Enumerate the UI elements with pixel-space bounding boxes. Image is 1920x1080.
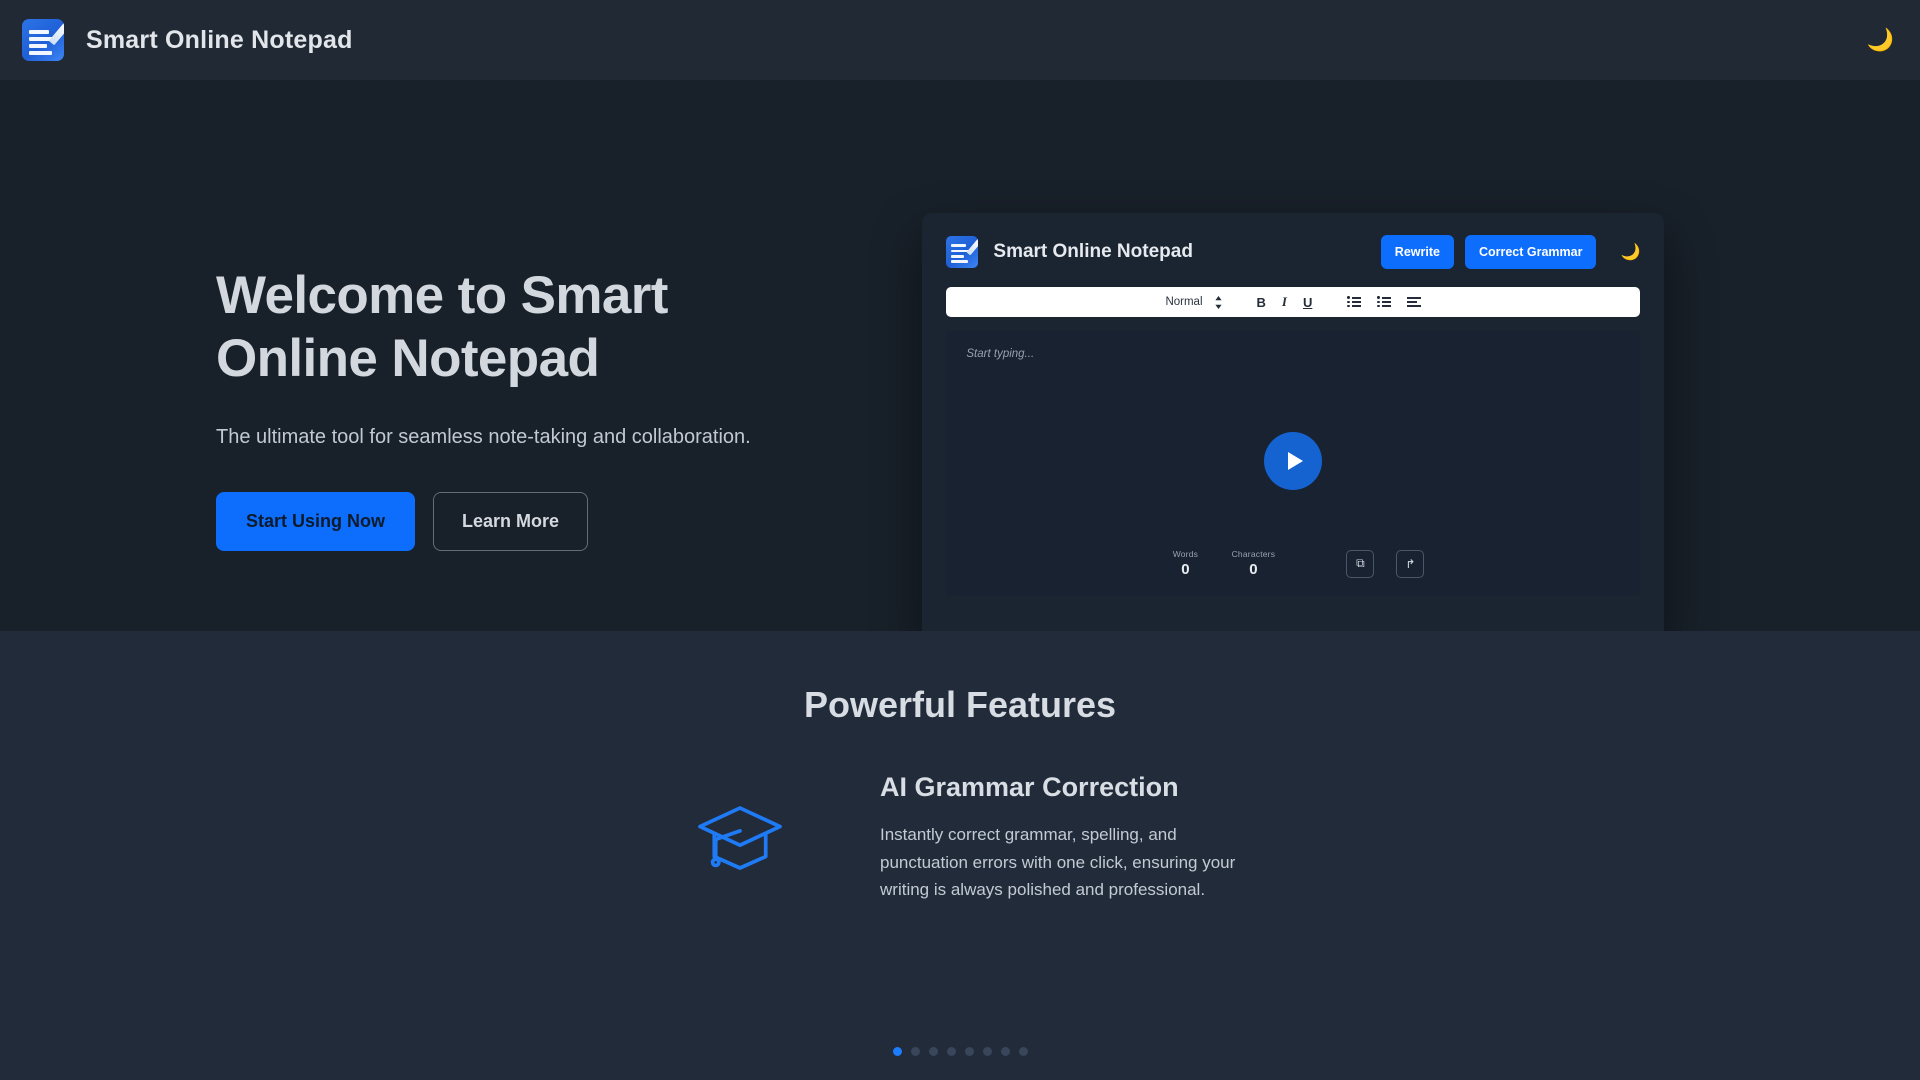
mockup-title: Smart Online Notepad [993,241,1193,262]
bullet-list-icon[interactable] [1377,296,1392,308]
correct-grammar-button[interactable]: Correct Grammar [1464,235,1597,269]
carousel-dot[interactable] [946,1047,956,1056]
align-left-icon[interactable] [1407,296,1422,308]
carousel-dot[interactable] [964,1047,974,1056]
moon-icon[interactable]: 🌙 [1620,242,1640,262]
site-header: Smart Online Notepad 🌙 [0,0,1920,80]
carousel-dot[interactable] [1018,1047,1028,1056]
feature-icon-wrap [660,798,820,878]
feature-description: Instantly correct grammar, spelling, and… [880,825,1236,900]
notepad-pencil-icon [22,19,64,61]
text-style-select[interactable]: Normal [1165,295,1222,309]
carousel-dots [0,1047,1920,1056]
features-carousel: AI Grammar Correction Instantly correct … [0,772,1920,904]
chevron-updown-icon [1214,295,1222,309]
app-preview-mockup: Smart Online Notepad Rewrite Correct Gra… [922,213,1665,640]
ordered-list-icon[interactable] [1347,296,1362,308]
feature-title: AI Grammar Correction [880,772,1179,802]
features-section: Powerful Features AI Grammar Correction … [0,631,1920,1080]
editor-canvas[interactable]: Start typing... Words 0 Characters 0 ⧉ ↱ [946,331,1641,596]
features-heading: Powerful Features [803,684,1117,725]
play-triangle [1287,452,1303,470]
hero-preview: Smart Online Notepad Rewrite Correct Gra… [902,80,1920,640]
page-title: Smart Online Notepad [86,25,353,54]
learn-more-button[interactable]: Learn More [433,492,589,552]
stat-label: Characters [1231,549,1276,559]
feature-content: AI Grammar Correction Instantly correct … [880,772,1260,904]
play-icon[interactable] [1264,432,1323,490]
carousel-dot[interactable] [892,1047,902,1056]
rewrite-button[interactable]: Rewrite [1380,235,1454,269]
carousel-dot[interactable] [1000,1047,1010,1056]
text-style-value: Normal [1165,296,1203,308]
start-using-now-button[interactable]: Start Using Now [216,492,416,552]
mockup-header: Smart Online Notepad Rewrite Correct Gra… [946,235,1640,269]
notepad-pencil-icon [946,236,979,268]
hero-title: Welcome to Smart Online Notepad [216,266,668,388]
mockup-actions: Rewrite Correct Grammar 🌙 [1380,235,1640,269]
stat-label: Words [1172,549,1199,559]
hero-section: Welcome to Smart Online Notepad The ulti… [0,80,1920,640]
editor-stats-bar: Words 0 Characters 0 ⧉ ↱ [946,549,1640,578]
stat-words: Words 0 [1162,549,1208,578]
hero-actions: Start Using Now Learn More [216,492,902,552]
editor-toolbar: Normal B I U [946,287,1641,317]
italic-icon[interactable]: I [1282,294,1287,310]
underline-icon[interactable]: U [1303,295,1312,310]
share-export-icon[interactable]: ↱ [1396,549,1425,578]
carousel-dot[interactable] [982,1047,992,1056]
brand: Smart Online Notepad [22,19,353,61]
hero-subtitle: The ultimate tool for seamless note-taki… [216,426,751,449]
copy-icon[interactable]: ⧉ [1346,549,1375,578]
stat-value: 0 [1249,561,1258,578]
hero-copy: Welcome to Smart Online Notepad The ulti… [0,80,902,552]
moon-icon[interactable]: 🌙 [1867,29,1894,51]
stepper-glyph [1214,295,1222,309]
graduation-cap-icon [698,805,782,870]
stat-characters: Characters 0 [1230,549,1276,578]
stat-value: 0 [1181,561,1190,578]
carousel-dot[interactable] [928,1047,938,1056]
editor-placeholder: Start typing... [966,348,1035,360]
carousel-dot[interactable] [910,1047,920,1056]
bold-icon[interactable]: B [1257,295,1266,310]
